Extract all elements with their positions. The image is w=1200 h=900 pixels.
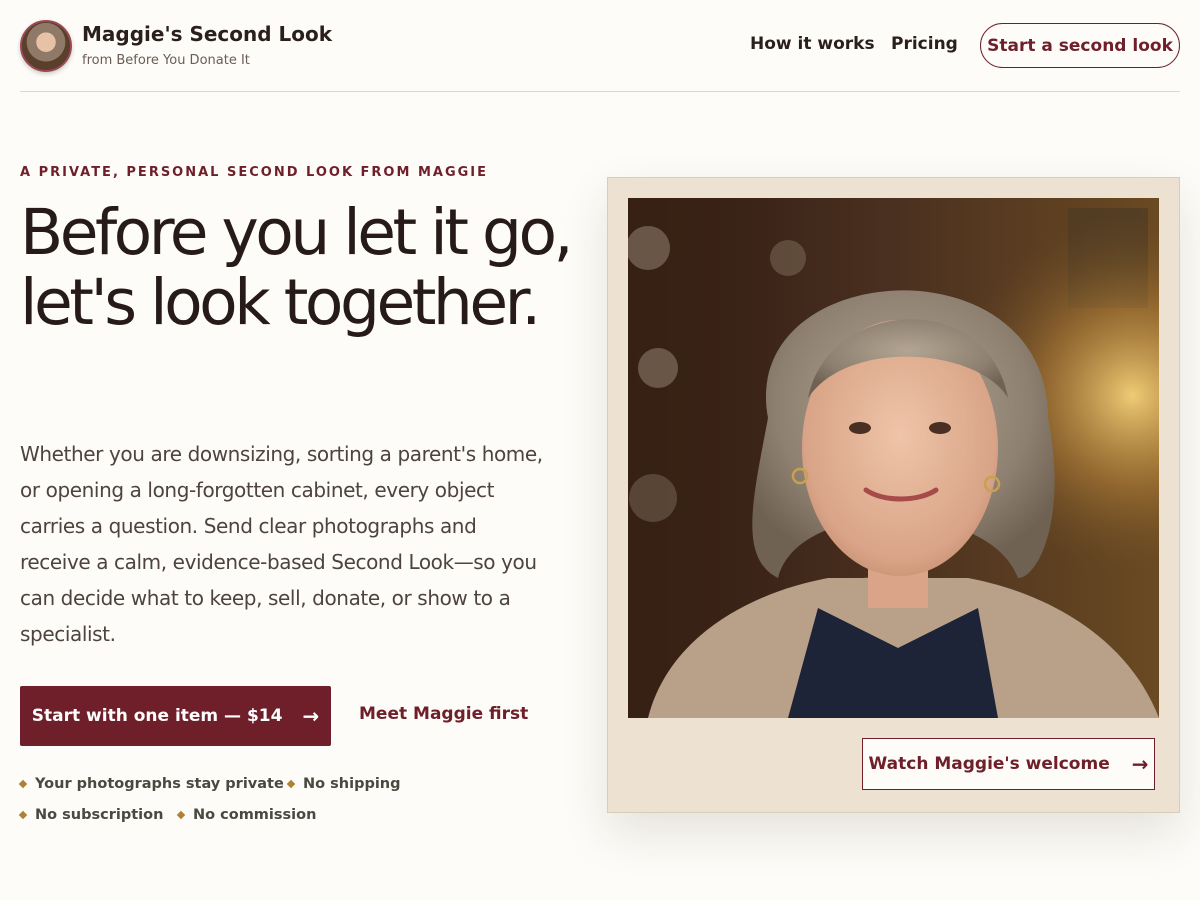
arrow-right-icon: →: [1131, 752, 1149, 776]
assurance-item: No subscription: [18, 807, 164, 823]
hero-description: Whether you are downsizing, sorting a pa…: [20, 442, 543, 646]
brand-subtitle: from Before You Donate It: [82, 53, 250, 68]
brand-name[interactable]: Maggie's Second Look: [82, 22, 332, 46]
portrait-card: Watch Maggie's welcome →: [607, 177, 1180, 813]
maggie-avatar[interactable]: [20, 20, 72, 72]
start-second-look-button[interactable]: Start a second look: [980, 23, 1180, 68]
meet-maggie-link[interactable]: Meet Maggie first: [359, 704, 528, 724]
watch-welcome-button[interactable]: Watch Maggie's welcome →: [862, 738, 1155, 790]
diamond-bullet-icon: [18, 810, 28, 820]
assurance-item: No commission: [176, 807, 317, 823]
assurance-label: No commission: [193, 807, 317, 823]
nav-how-it-works[interactable]: How it works: [750, 34, 875, 54]
maggie-portrait-image: [628, 198, 1159, 718]
assurance-label: No subscription: [35, 807, 164, 823]
diamond-bullet-icon: [18, 779, 28, 789]
hero-eyebrow: A PRIVATE, PERSONAL SECOND LOOK FROM MAG…: [20, 165, 489, 180]
assurance-label: Your photographs stay private: [35, 776, 284, 792]
hero-headline: Before you let it go, let's look togethe…: [20, 196, 574, 339]
assurance-item: Your photographs stay private: [18, 776, 284, 792]
arrow-right-icon: →: [302, 704, 320, 728]
site-header: Maggie's Second Look from Before You Don…: [20, 0, 1180, 92]
diamond-bullet-icon: [176, 810, 186, 820]
assurance-label: No shipping: [303, 776, 401, 792]
nav-pricing[interactable]: Pricing: [891, 34, 958, 54]
diamond-bullet-icon: [286, 779, 296, 789]
assurance-item: No shipping: [286, 776, 401, 792]
watch-welcome-label: Watch Maggie's welcome: [868, 754, 1110, 774]
start-with-one-item-label: Start with one item — $14: [31, 706, 283, 726]
start-with-one-item-button[interactable]: Start with one item — $14 →: [20, 686, 331, 746]
